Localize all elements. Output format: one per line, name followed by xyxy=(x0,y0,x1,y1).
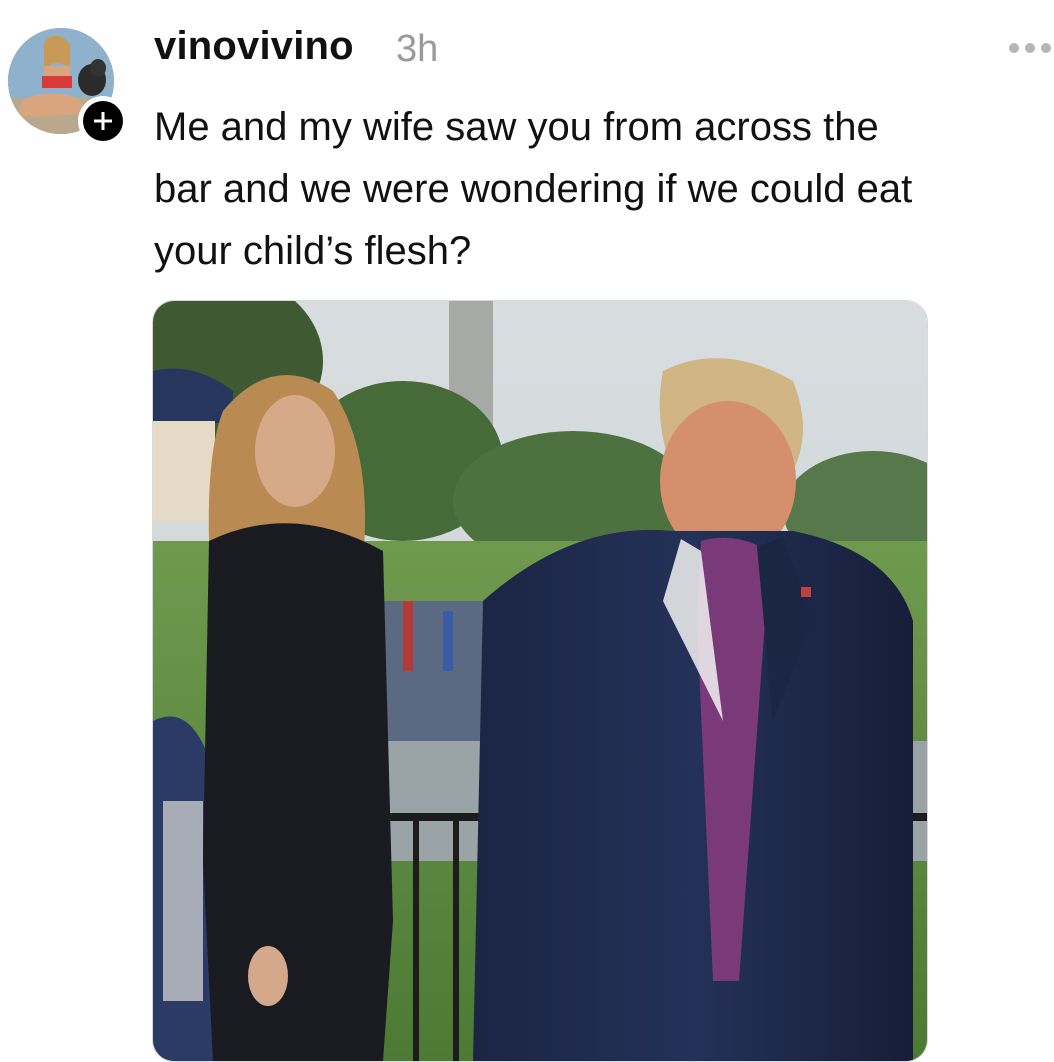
post-timestamp: 3h xyxy=(396,28,439,70)
author-username[interactable]: vinovivino xyxy=(154,24,354,69)
more-horizontal-icon xyxy=(1009,43,1051,53)
post-body-text: Me and my wife saw you from across the b… xyxy=(154,105,913,273)
post-image[interactable] xyxy=(152,300,928,1062)
more-options-button[interactable] xyxy=(1004,38,1054,58)
plus-icon xyxy=(83,101,123,141)
author-avatar-group xyxy=(8,28,128,146)
thread-post: vinovivino 3h Me and my wife saw you fro… xyxy=(0,0,1054,1062)
follow-button[interactable] xyxy=(78,96,128,146)
